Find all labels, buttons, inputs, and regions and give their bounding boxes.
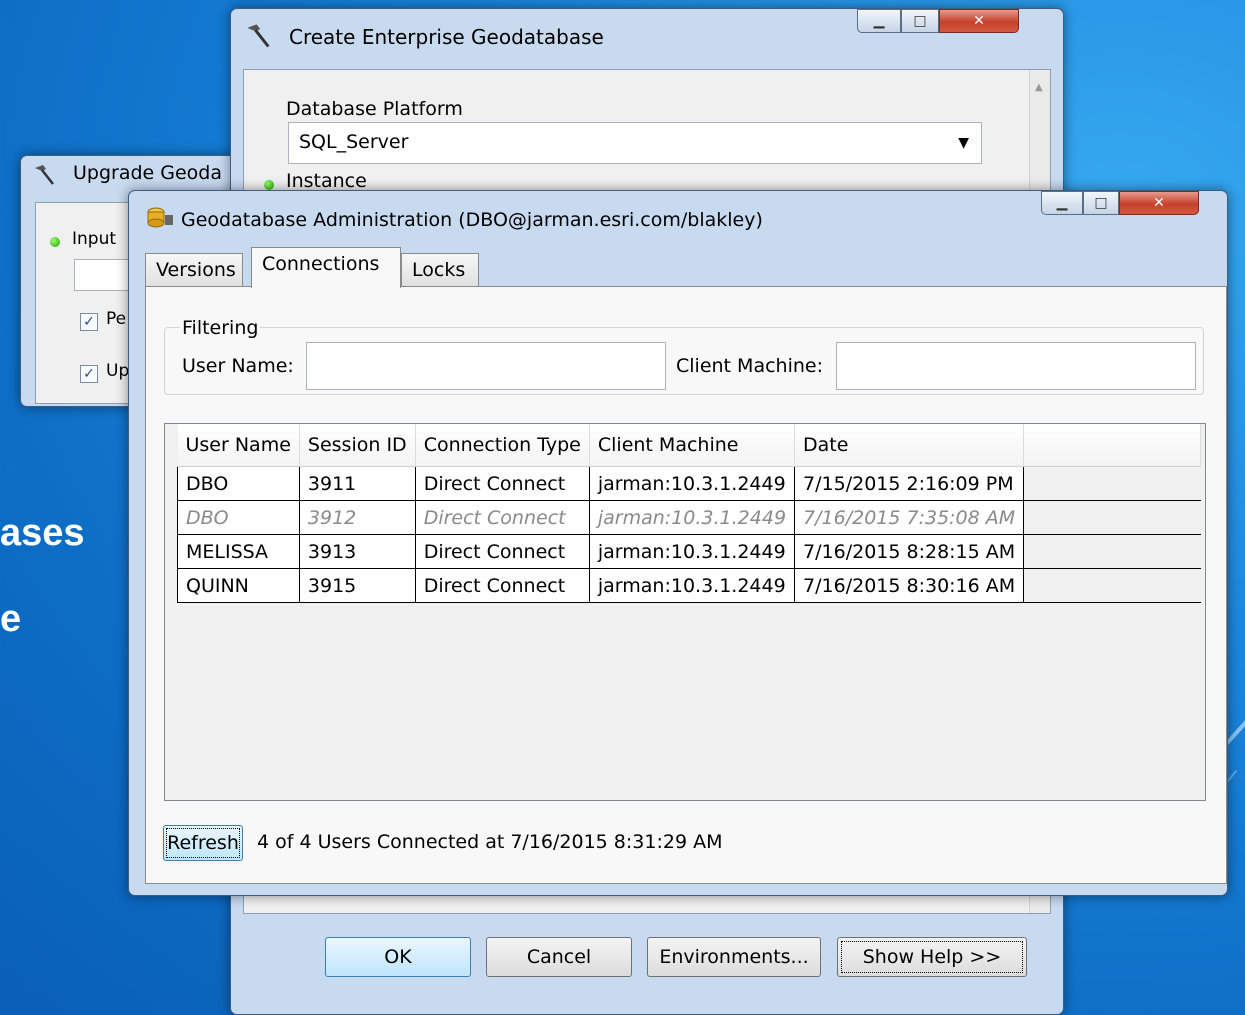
maximize-button[interactable]: □: [1083, 191, 1119, 215]
client-machine-input[interactable]: [836, 342, 1196, 390]
filtering-label: Filtering: [180, 317, 261, 339]
close-button[interactable]: ✕: [939, 9, 1019, 33]
cell-filler: [1023, 534, 1201, 569]
checkbox-1-label: Pe: [106, 309, 127, 329]
cell-date: 7/15/2015 2:16:09 PM: [794, 466, 1025, 501]
table-row[interactable]: MELISSA 3913 Direct Connect jarman:10.3.…: [177, 534, 1201, 569]
cell-connection-type: Direct Connect: [414, 500, 590, 535]
table-row[interactable]: DBO 3911 Direct Connect jarman:10.3.1.24…: [177, 466, 1201, 501]
cell-date: 7/16/2015 8:30:16 AM: [794, 568, 1025, 603]
maximize-button[interactable]: □: [901, 9, 939, 33]
checkbox-1[interactable]: ✓: [80, 313, 98, 331]
chevron-down-icon: ▼: [958, 135, 969, 151]
column-header-session-id[interactable]: Session ID: [299, 424, 416, 467]
cell-user-name: DBO: [177, 500, 300, 535]
create-window-controls: ▁ □ ✕: [857, 9, 1019, 33]
column-header-client-machine[interactable]: Client Machine: [589, 424, 796, 467]
cell-client-machine: jarman:10.3.1.2449: [588, 466, 796, 501]
cell-session-id: 3911: [298, 466, 416, 501]
username-input[interactable]: [306, 342, 666, 390]
admin-titlebar[interactable]: Geodatabase Administration (DBO@jarman.e…: [129, 191, 1227, 231]
connection-status-text: 4 of 4 Users Connected at 7/16/2015 8:31…: [257, 831, 723, 853]
column-header-filler: [1023, 424, 1202, 467]
create-titlebar[interactable]: Create Enterprise Geodatabase ▁ □ ✕: [231, 9, 1063, 49]
cell-filler: [1023, 500, 1201, 535]
create-window-title: Create Enterprise Geodatabase: [289, 25, 604, 49]
table-header-row: User Name Session ID Connection Type Cli…: [177, 424, 1202, 467]
username-label: User Name:: [182, 355, 294, 377]
tab-locks[interactable]: Locks: [401, 253, 479, 286]
scroll-up-icon[interactable]: ▲: [1035, 82, 1043, 93]
cell-client-machine: jarman:10.3.1.2449: [588, 568, 796, 603]
cell-session-id: 3913: [298, 534, 416, 569]
cell-connection-type: Direct Connect: [414, 568, 590, 603]
cell-date: 7/16/2015 7:35:08 AM: [794, 500, 1025, 535]
connections-table: User Name Session ID Connection Type Cli…: [177, 424, 1202, 603]
cell-filler: [1023, 466, 1201, 501]
tab-versions[interactable]: Versions: [145, 253, 243, 286]
database-platform-label: Database Platform: [286, 98, 463, 120]
client-machine-label: Client Machine:: [676, 355, 823, 377]
cell-client-machine: jarman:10.3.1.2449: [588, 500, 796, 535]
refresh-button[interactable]: Refresh: [163, 825, 243, 861]
table-row[interactable]: QUINN 3915 Direct Connect jarman:10.3.1.…: [177, 568, 1201, 603]
column-header-date[interactable]: Date: [794, 424, 1025, 467]
cell-user-name: MELISSA: [177, 534, 300, 569]
required-dot-icon: [264, 180, 274, 190]
hammer-icon: [247, 24, 270, 48]
cell-connection-type: Direct Connect: [414, 466, 590, 501]
required-dot-icon: [50, 237, 60, 247]
close-button[interactable]: ✕: [1119, 191, 1199, 215]
cell-client-machine: jarman:10.3.1.2449: [588, 534, 796, 569]
checkbox-2[interactable]: ✓: [80, 365, 98, 383]
database-platform-select[interactable]: SQL_Server ▼: [288, 122, 982, 164]
cell-user-name: DBO: [177, 466, 300, 501]
geodatabase-administration-window: Geodatabase Administration (DBO@jarman.e…: [128, 190, 1228, 896]
background-text-line2: e: [0, 598, 22, 640]
cancel-button[interactable]: Cancel: [486, 937, 632, 977]
tab-connections[interactable]: Connections: [251, 247, 401, 288]
background-text-line1: ases: [0, 512, 85, 554]
admin-window-controls: ▁ □ ✕: [1041, 191, 1199, 215]
show-help-button[interactable]: Show Help >>: [837, 937, 1027, 977]
minimize-button[interactable]: ▁: [1041, 191, 1083, 215]
cell-filler: [1023, 568, 1201, 603]
checkbox-2-label: Up: [106, 361, 130, 381]
hammer-icon: [35, 165, 54, 185]
cell-date: 7/16/2015 8:28:15 AM: [794, 534, 1025, 569]
ok-button[interactable]: OK: [325, 937, 471, 977]
cell-session-id: 3912: [298, 500, 416, 535]
database-platform-value: SQL_Server: [299, 131, 409, 153]
column-header-connection-type[interactable]: Connection Type: [415, 424, 590, 467]
environments-button[interactable]: Environments...: [647, 937, 821, 977]
geodatabase-icon: [147, 207, 173, 228]
admin-window-title: Geodatabase Administration (DBO@jarman.e…: [181, 209, 763, 231]
cell-connection-type: Direct Connect: [414, 534, 590, 569]
column-header-user-name[interactable]: User Name: [177, 424, 300, 467]
cell-user-name: QUINN: [177, 568, 300, 603]
minimize-button[interactable]: ▁: [857, 9, 901, 33]
instance-label: Instance: [286, 170, 367, 192]
upgrade-window-title: Upgrade Geoda: [73, 162, 223, 184]
cell-session-id: 3915: [298, 568, 416, 603]
table-row[interactable]: DBO 3912 Direct Connect jarman:10.3.1.24…: [177, 500, 1201, 535]
input-label: Input: [72, 229, 117, 249]
